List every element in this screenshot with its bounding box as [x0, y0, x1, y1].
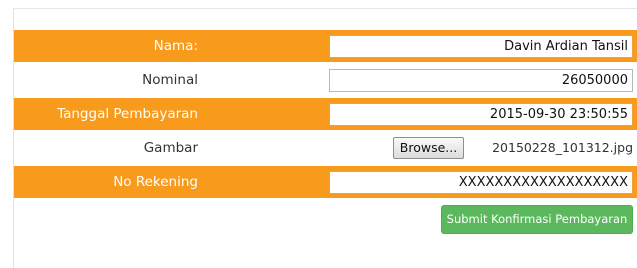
- gambar-label: Gambar: [143, 140, 198, 156]
- no-rekening-label: No Rekening: [113, 174, 198, 190]
- row-tanggal-pembayaran: Tanggal Pembayaran: [14, 98, 637, 130]
- row-gambar: Gambar Browse... 20150228_101312.jpg: [14, 132, 637, 164]
- tanggal-pembayaran-label: Tanggal Pembayaran: [57, 106, 198, 122]
- nominal-input[interactable]: [329, 69, 633, 92]
- selected-file-name: 20150228_101312.jpg: [492, 140, 633, 155]
- row-nominal: Nominal: [14, 64, 637, 96]
- tanggal-pembayaran-input[interactable]: [329, 103, 633, 126]
- row-no-rekening: No Rekening: [14, 166, 637, 198]
- row-nama: Nama:: [14, 30, 637, 62]
- nama-input[interactable]: [329, 35, 633, 58]
- nama-label: Nama:: [153, 38, 198, 54]
- browse-button[interactable]: Browse...: [393, 137, 464, 159]
- no-rekening-input[interactable]: [329, 171, 633, 194]
- gambar-file-input: Browse... 20150228_101312.jpg: [329, 132, 637, 164]
- nominal-label: Nominal: [142, 72, 198, 88]
- submit-konfirmasi-button[interactable]: Submit Konfirmasi Pembayaran: [441, 205, 633, 234]
